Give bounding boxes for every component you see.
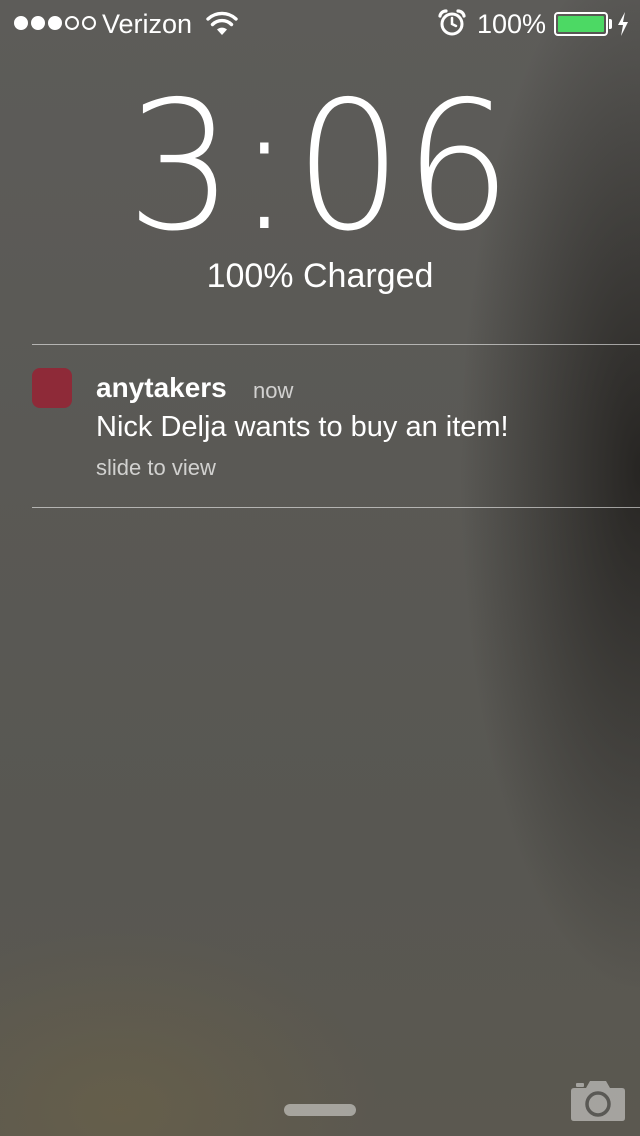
carrier-name: Verizon (102, 9, 193, 39)
battery-icon (554, 12, 608, 36)
notification-divider-top (32, 344, 640, 345)
notification-app-name: anytakers (96, 372, 227, 403)
notification-message: Nick Delja wants to buy an item! (96, 411, 509, 443)
signal-strength-indicator (14, 16, 96, 30)
camera-icon[interactable] (570, 1078, 626, 1122)
notification[interactable]: anytakers now Nick Delja wants to buy an… (32, 366, 632, 486)
status-bar: Verizon 100% (0, 0, 640, 48)
notification-action-hint[interactable]: slide to view (96, 455, 216, 481)
signal-dot (65, 16, 79, 30)
signal-dot (82, 16, 96, 30)
lock-screen-time: 3:06 (126, 63, 514, 270)
wifi-icon (206, 11, 238, 35)
lock-screen: Verizon 100% 3:06 100% Charged anytakers… (0, 0, 640, 1136)
charge-status: 100% Charged (206, 257, 434, 295)
alarm-clock-icon (438, 9, 466, 36)
notification-time: now (253, 378, 294, 403)
notification-divider-bottom (32, 507, 640, 508)
battery-percentage: 100% (477, 9, 547, 39)
control-center-grabber[interactable] (284, 1104, 356, 1116)
battery-level-fill (558, 16, 604, 32)
signal-dot (14, 16, 28, 30)
app-icon (32, 368, 72, 408)
lightning-bolt-icon (618, 12, 628, 36)
battery-terminal (609, 19, 612, 29)
signal-dot (31, 16, 45, 30)
signal-dot (48, 16, 62, 30)
